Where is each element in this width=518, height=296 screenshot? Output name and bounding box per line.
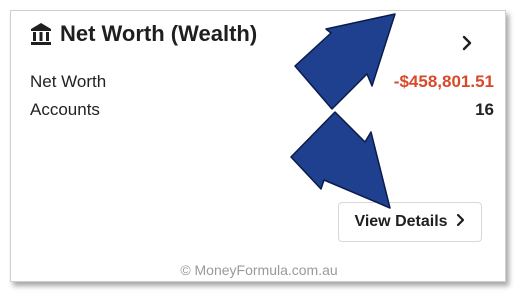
watermark: © MoneyFormula.com.au — [180, 262, 338, 278]
net-worth-label: Net Worth — [30, 72, 107, 91]
card-title: Net Worth (Wealth) — [60, 21, 258, 46]
accounts-value: 16 — [475, 100, 494, 119]
stage: Net Worth (Wealth) Net Worth -$458,801.5… — [0, 0, 518, 296]
expand-chevron-button[interactable] — [458, 34, 476, 56]
card-header: Net Worth (Wealth) — [30, 22, 257, 46]
net-worth-value: -$458,801.51 — [393, 72, 494, 91]
accounts-label: Accounts — [30, 100, 100, 119]
bank-icon — [30, 22, 52, 46]
view-details-label: View Details — [354, 213, 448, 230]
view-details-button[interactable]: View Details — [338, 202, 482, 242]
chevron-right-icon — [456, 213, 466, 232]
chevron-right-icon — [461, 35, 473, 56]
